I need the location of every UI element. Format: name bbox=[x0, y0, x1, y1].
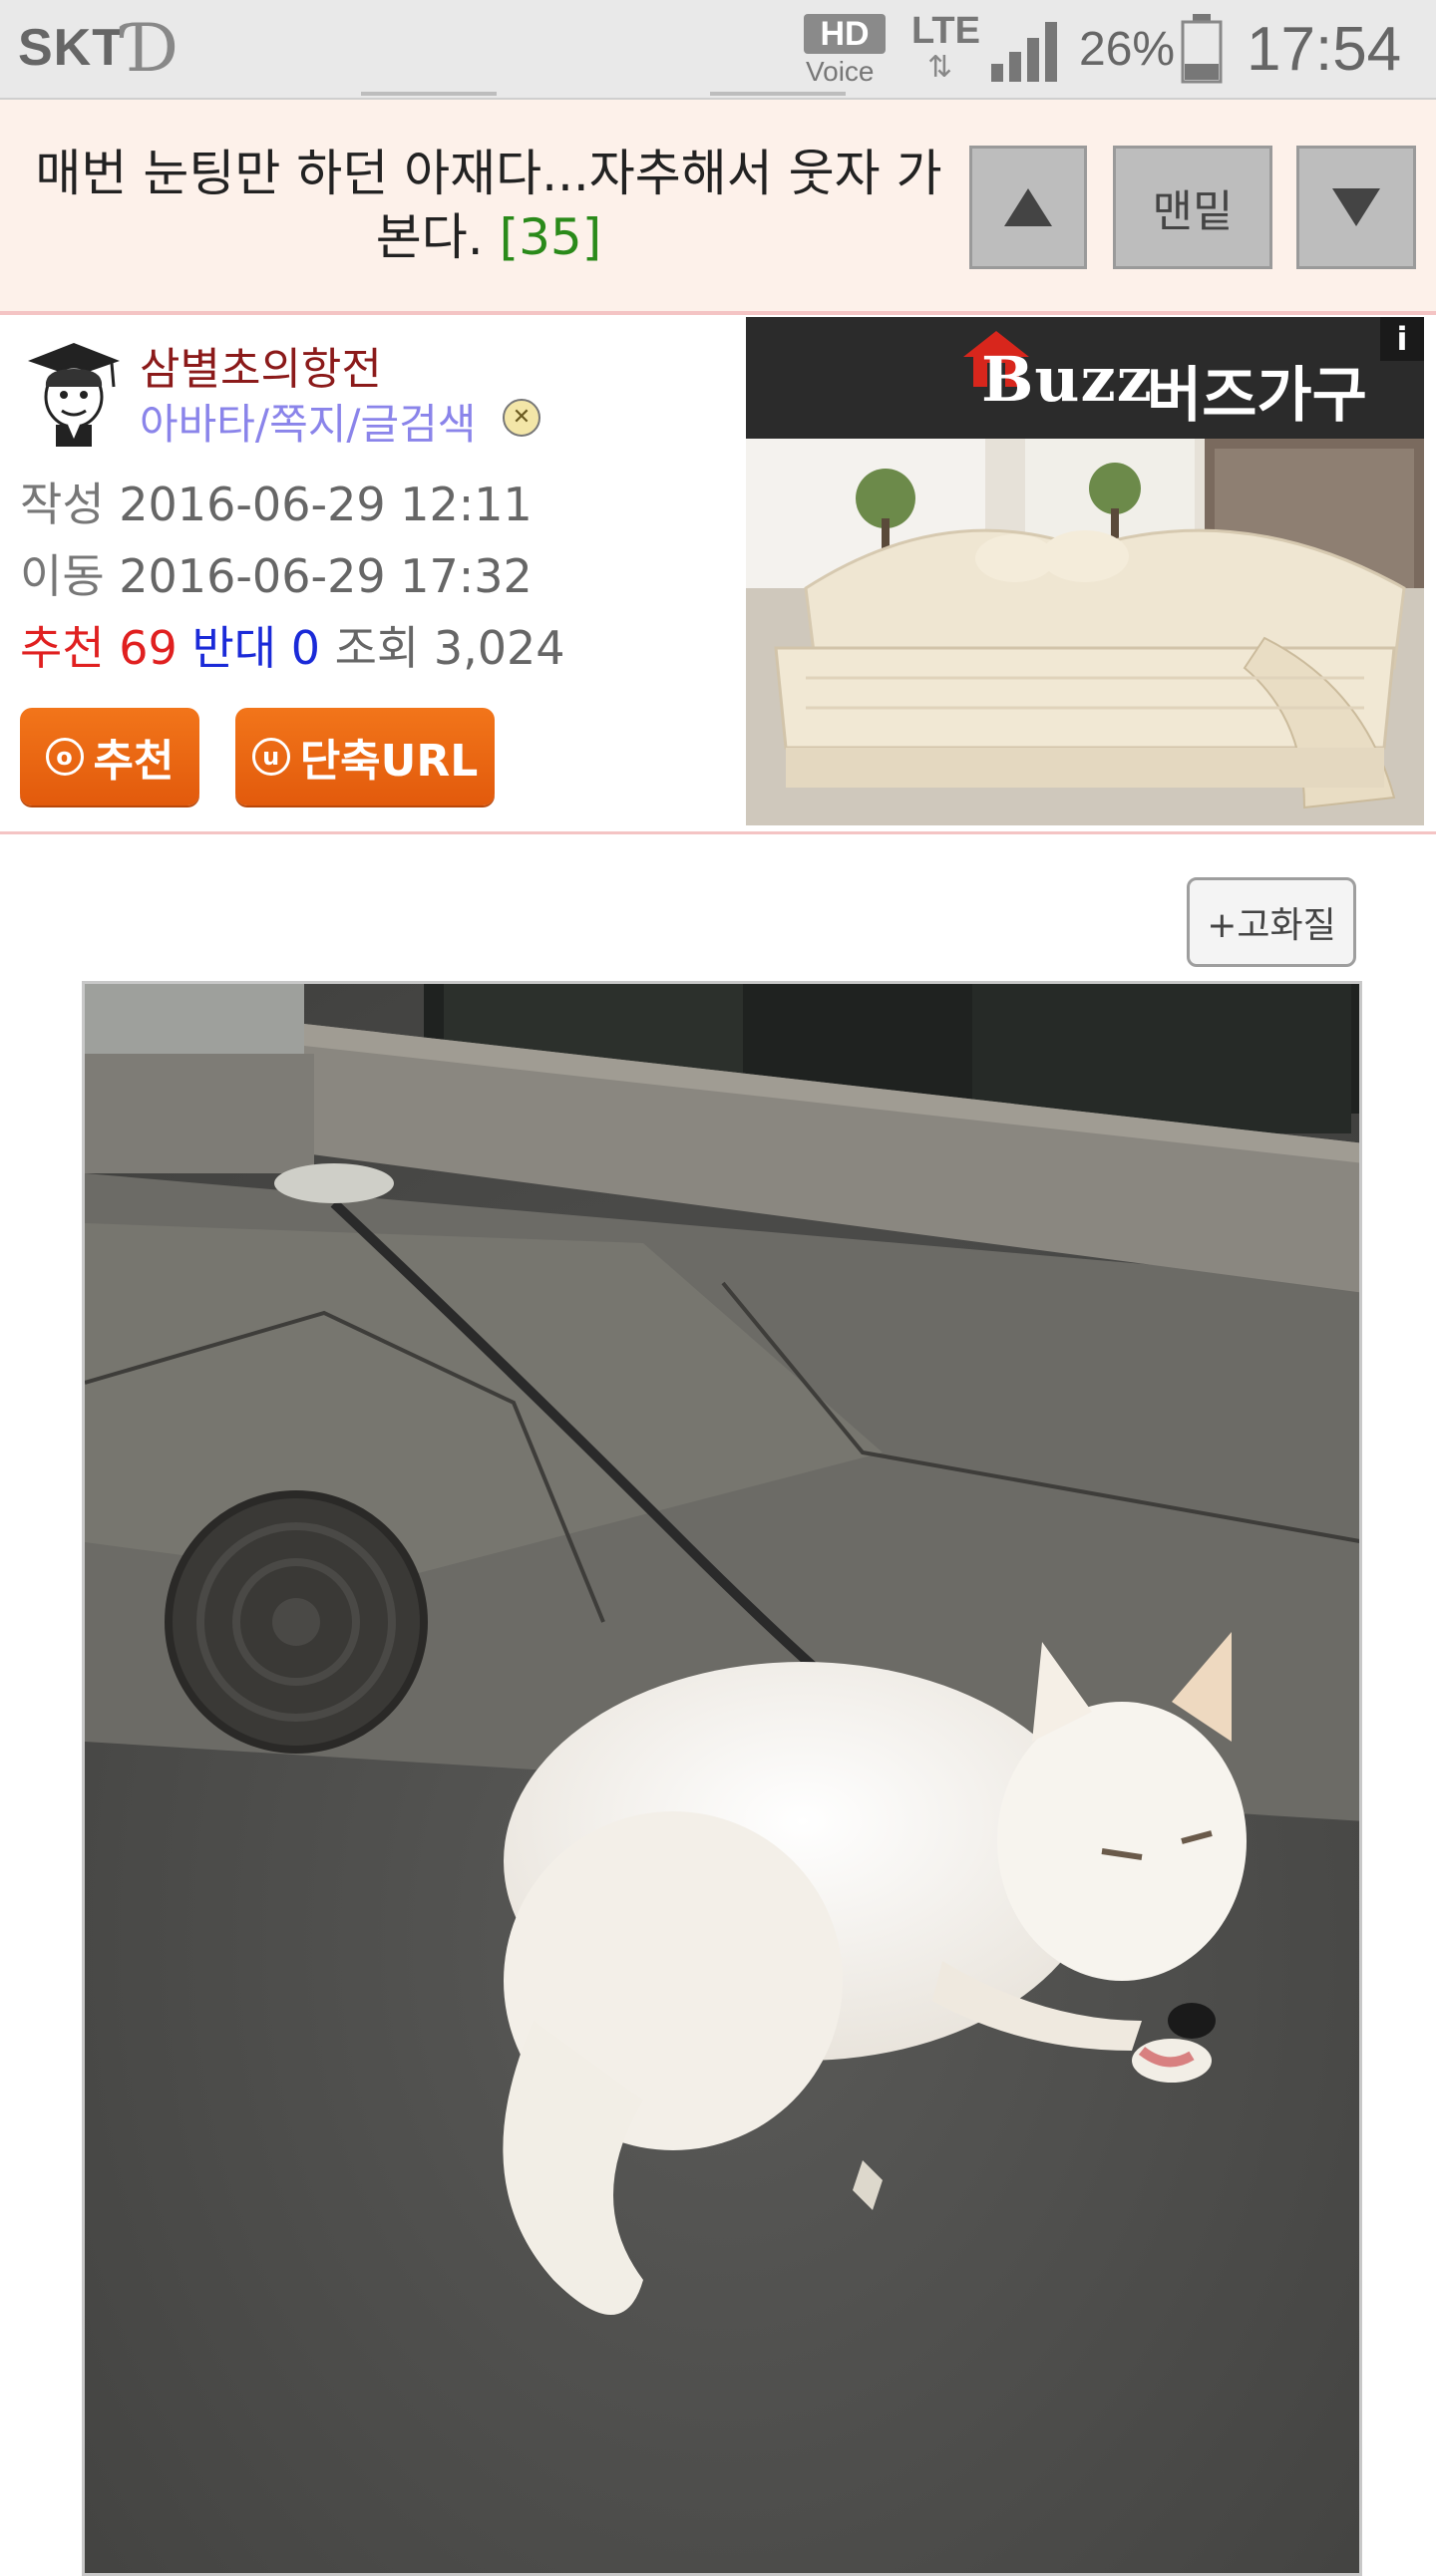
short-url-button-label: 단축URL bbox=[299, 736, 479, 787]
scroll-to-bottom-button[interactable]: 맨밑 bbox=[1113, 146, 1272, 269]
written-date: 2016-06-29 12:11 bbox=[119, 478, 533, 531]
written-date-row: 작성 2016-06-29 12:11 bbox=[20, 469, 533, 534]
post-stats-row: 추천 69 반대 0 조회 3,024 bbox=[20, 612, 565, 678]
recommend-button[interactable]: o 추천 bbox=[20, 708, 199, 805]
ad-bed-image bbox=[746, 439, 1424, 825]
moved-label: 이동 bbox=[20, 549, 105, 603]
ad-brand-korean: 버즈가구 bbox=[1147, 361, 1367, 431]
tab-indicator-left bbox=[361, 92, 497, 96]
arrow-down-icon bbox=[1332, 188, 1380, 226]
carrier-label: SKT bbox=[18, 19, 125, 77]
member-badge-icon: ✕ bbox=[503, 399, 540, 437]
moved-date-row: 이동 2016-06-29 17:32 bbox=[20, 540, 533, 606]
ad-info-icon[interactable]: i bbox=[1380, 317, 1424, 361]
post-title: 매번 눈팅만 하던 아재다...자추해서 웃자 가본다. [35] bbox=[20, 142, 957, 269]
tab-indicator-right bbox=[710, 92, 846, 96]
recommend-count: 69 bbox=[119, 621, 178, 675]
scroll-up-button[interactable] bbox=[969, 146, 1087, 269]
battery-icon bbox=[1181, 14, 1223, 84]
author-name[interactable]: 삼별초의항전 bbox=[140, 333, 382, 397]
scroll-down-button[interactable] bbox=[1296, 146, 1416, 269]
views-count: 3,024 bbox=[433, 621, 565, 675]
short-url-button[interactable]: u 단축URL bbox=[235, 708, 495, 805]
clock: 17:54 bbox=[1247, 15, 1402, 84]
ad-brand-name: Buzz bbox=[981, 343, 1153, 416]
battery-percent: 26% bbox=[1079, 23, 1176, 76]
url-circle-icon: u bbox=[251, 738, 290, 776]
oppose-count: 0 bbox=[290, 621, 320, 675]
voice-label: Voice bbox=[806, 56, 875, 87]
status-bar: SKT Ɗ HD Voice LTE ⇅ 26% 17:54 bbox=[0, 0, 1436, 100]
dog-photo-image bbox=[85, 984, 1359, 2573]
ad-banner[interactable]: Buzz 버즈가구 i bbox=[746, 317, 1424, 825]
written-label: 작성 bbox=[20, 478, 105, 531]
signal-strength-icon bbox=[991, 22, 1057, 82]
arrow-up-icon bbox=[1004, 188, 1052, 226]
post-photo[interactable] bbox=[82, 981, 1362, 2576]
post-title-text: 매번 눈팅만 하던 아재다...자추해서 웃자 가본다. bbox=[35, 145, 942, 266]
comment-count[interactable]: [35] bbox=[500, 208, 602, 266]
avatar[interactable] bbox=[24, 339, 124, 449]
data-transfer-icon: ⇅ bbox=[927, 50, 953, 85]
views-label: 조회 bbox=[334, 621, 420, 675]
author-links[interactable]: 아바타/쪽지/글검색 bbox=[140, 391, 476, 452]
recommend-label: 추천 bbox=[20, 621, 105, 675]
high-quality-button[interactable]: +고화질 bbox=[1187, 877, 1356, 967]
hd-voice-badge: HD bbox=[804, 14, 886, 54]
recommend-button-label: 추천 bbox=[93, 736, 175, 787]
oppose-label: 반대 bbox=[191, 621, 277, 675]
network-type-label: LTE bbox=[911, 10, 980, 52]
post-title-bar: 매번 눈팅만 하던 아재다...자추해서 웃자 가본다. [35] 맨밑 bbox=[0, 100, 1436, 315]
moved-date: 2016-06-29 17:32 bbox=[119, 549, 533, 603]
carrier-logo-icon: Ɗ bbox=[126, 10, 179, 87]
recommend-circle-icon: o bbox=[45, 738, 84, 776]
